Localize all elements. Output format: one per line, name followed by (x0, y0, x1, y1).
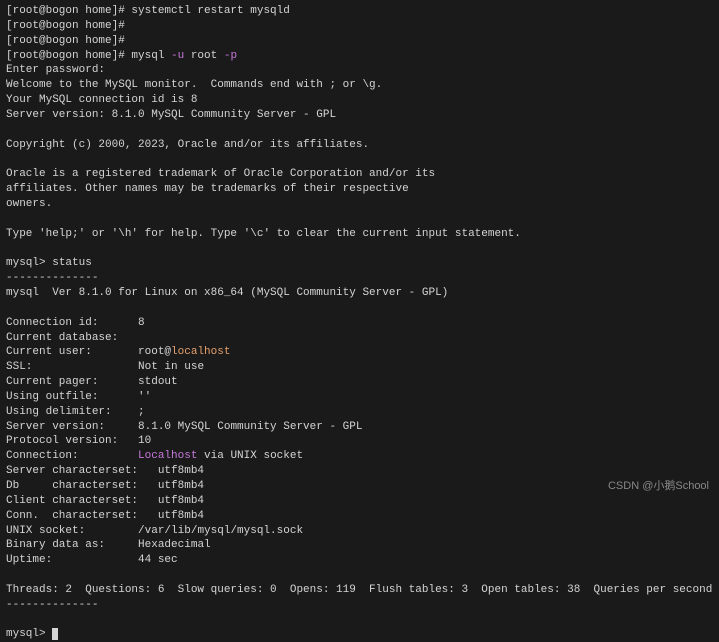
flag-p: -p (224, 50, 237, 62)
kv-uptime: Uptime: 44 sec (6, 553, 713, 568)
dashes-line-2: -------------- (6, 598, 713, 613)
prompt-line-2: [root@bogon home]# (6, 19, 713, 34)
kv-db-charset: Db characterset: utf8mb4 (6, 479, 713, 494)
blank-line (6, 123, 713, 138)
blank-line (6, 301, 713, 316)
blank-line (6, 242, 713, 257)
mysql-prompt-input[interactable]: mysql> (6, 627, 713, 642)
prompt-line-3: [root@bogon home]# (6, 34, 713, 49)
mysql-status-cmd: mysql> status (6, 256, 713, 271)
cursor-icon (52, 628, 58, 640)
blank-line (6, 212, 713, 227)
trademark-line-1: Oracle is a registered trademark of Orac… (6, 167, 713, 182)
localhost-purple: Localhost (138, 450, 197, 462)
kv-current-database: Current database: (6, 331, 713, 346)
watermark-text: CSDN @小鹅School (608, 479, 709, 494)
enter-password: Enter password: (6, 63, 713, 78)
status-command: status (52, 257, 92, 269)
trademark-line-2: affiliates. Other names may be trademark… (6, 182, 713, 197)
prompt-line-4: [root@bogon home]# mysql -u root -p (6, 49, 713, 64)
terminal-output: [root@bogon home]# systemctl restart mys… (6, 4, 713, 642)
trademark-line-3: owners. (6, 197, 713, 212)
kv-unix-socket: UNIX socket: /var/lib/mysql/mysql.sock (6, 524, 713, 539)
kv-ssl: SSL: Not in use (6, 360, 713, 375)
kv-connection-id: Connection id: 8 (6, 316, 713, 331)
kv-current-user: Current user: root@localhost (6, 345, 713, 360)
welcome-line: Welcome to the MySQL monitor. Commands e… (6, 78, 713, 93)
dashes-line: -------------- (6, 271, 713, 286)
connection-id-line: Your MySQL connection id is 8 (6, 93, 713, 108)
kv-server-version: Server version: 8.1.0 MySQL Community Se… (6, 420, 713, 435)
prompt-text: [root@bogon home]# mysql (6, 50, 171, 62)
kv-conn-charset: Conn. characterset: utf8mb4 (6, 509, 713, 524)
mysql-prompt-text: mysql> (6, 628, 52, 640)
kv-outfile: Using outfile: '' (6, 390, 713, 405)
kv-delimiter: Using delimiter: ; (6, 405, 713, 420)
mysql-version-line: mysql Ver 8.1.0 for Linux on x86_64 (MyS… (6, 286, 713, 301)
kv-connection: Connection: Localhost via UNIX socket (6, 449, 713, 464)
help-line: Type 'help;' or '\h' for help. Type '\c'… (6, 227, 713, 242)
blank-line (6, 152, 713, 167)
stats-line: Threads: 2 Questions: 6 Slow queries: 0 … (6, 583, 713, 598)
kv-server-charset: Server characterset: utf8mb4 (6, 464, 713, 479)
blank-line (6, 568, 713, 583)
prompt-line-1: [root@bogon home]# systemctl restart mys… (6, 4, 713, 19)
blank-line (6, 613, 713, 628)
flag-u: -u (171, 50, 184, 62)
kv-protocol-version: Protocol version: 10 (6, 434, 713, 449)
kv-pager: Current pager: stdout (6, 375, 713, 390)
kv-binary-data: Binary data as: Hexadecimal (6, 538, 713, 553)
kv-client-charset: Client characterset: utf8mb4 (6, 494, 713, 509)
server-version-line: Server version: 8.1.0 MySQL Community Se… (6, 108, 713, 123)
arg-root: root (184, 50, 224, 62)
copyright-line: Copyright (c) 2000, 2023, Oracle and/or … (6, 138, 713, 153)
localhost-text: localhost (171, 346, 230, 358)
mysql-prompt: mysql> (6, 257, 52, 269)
